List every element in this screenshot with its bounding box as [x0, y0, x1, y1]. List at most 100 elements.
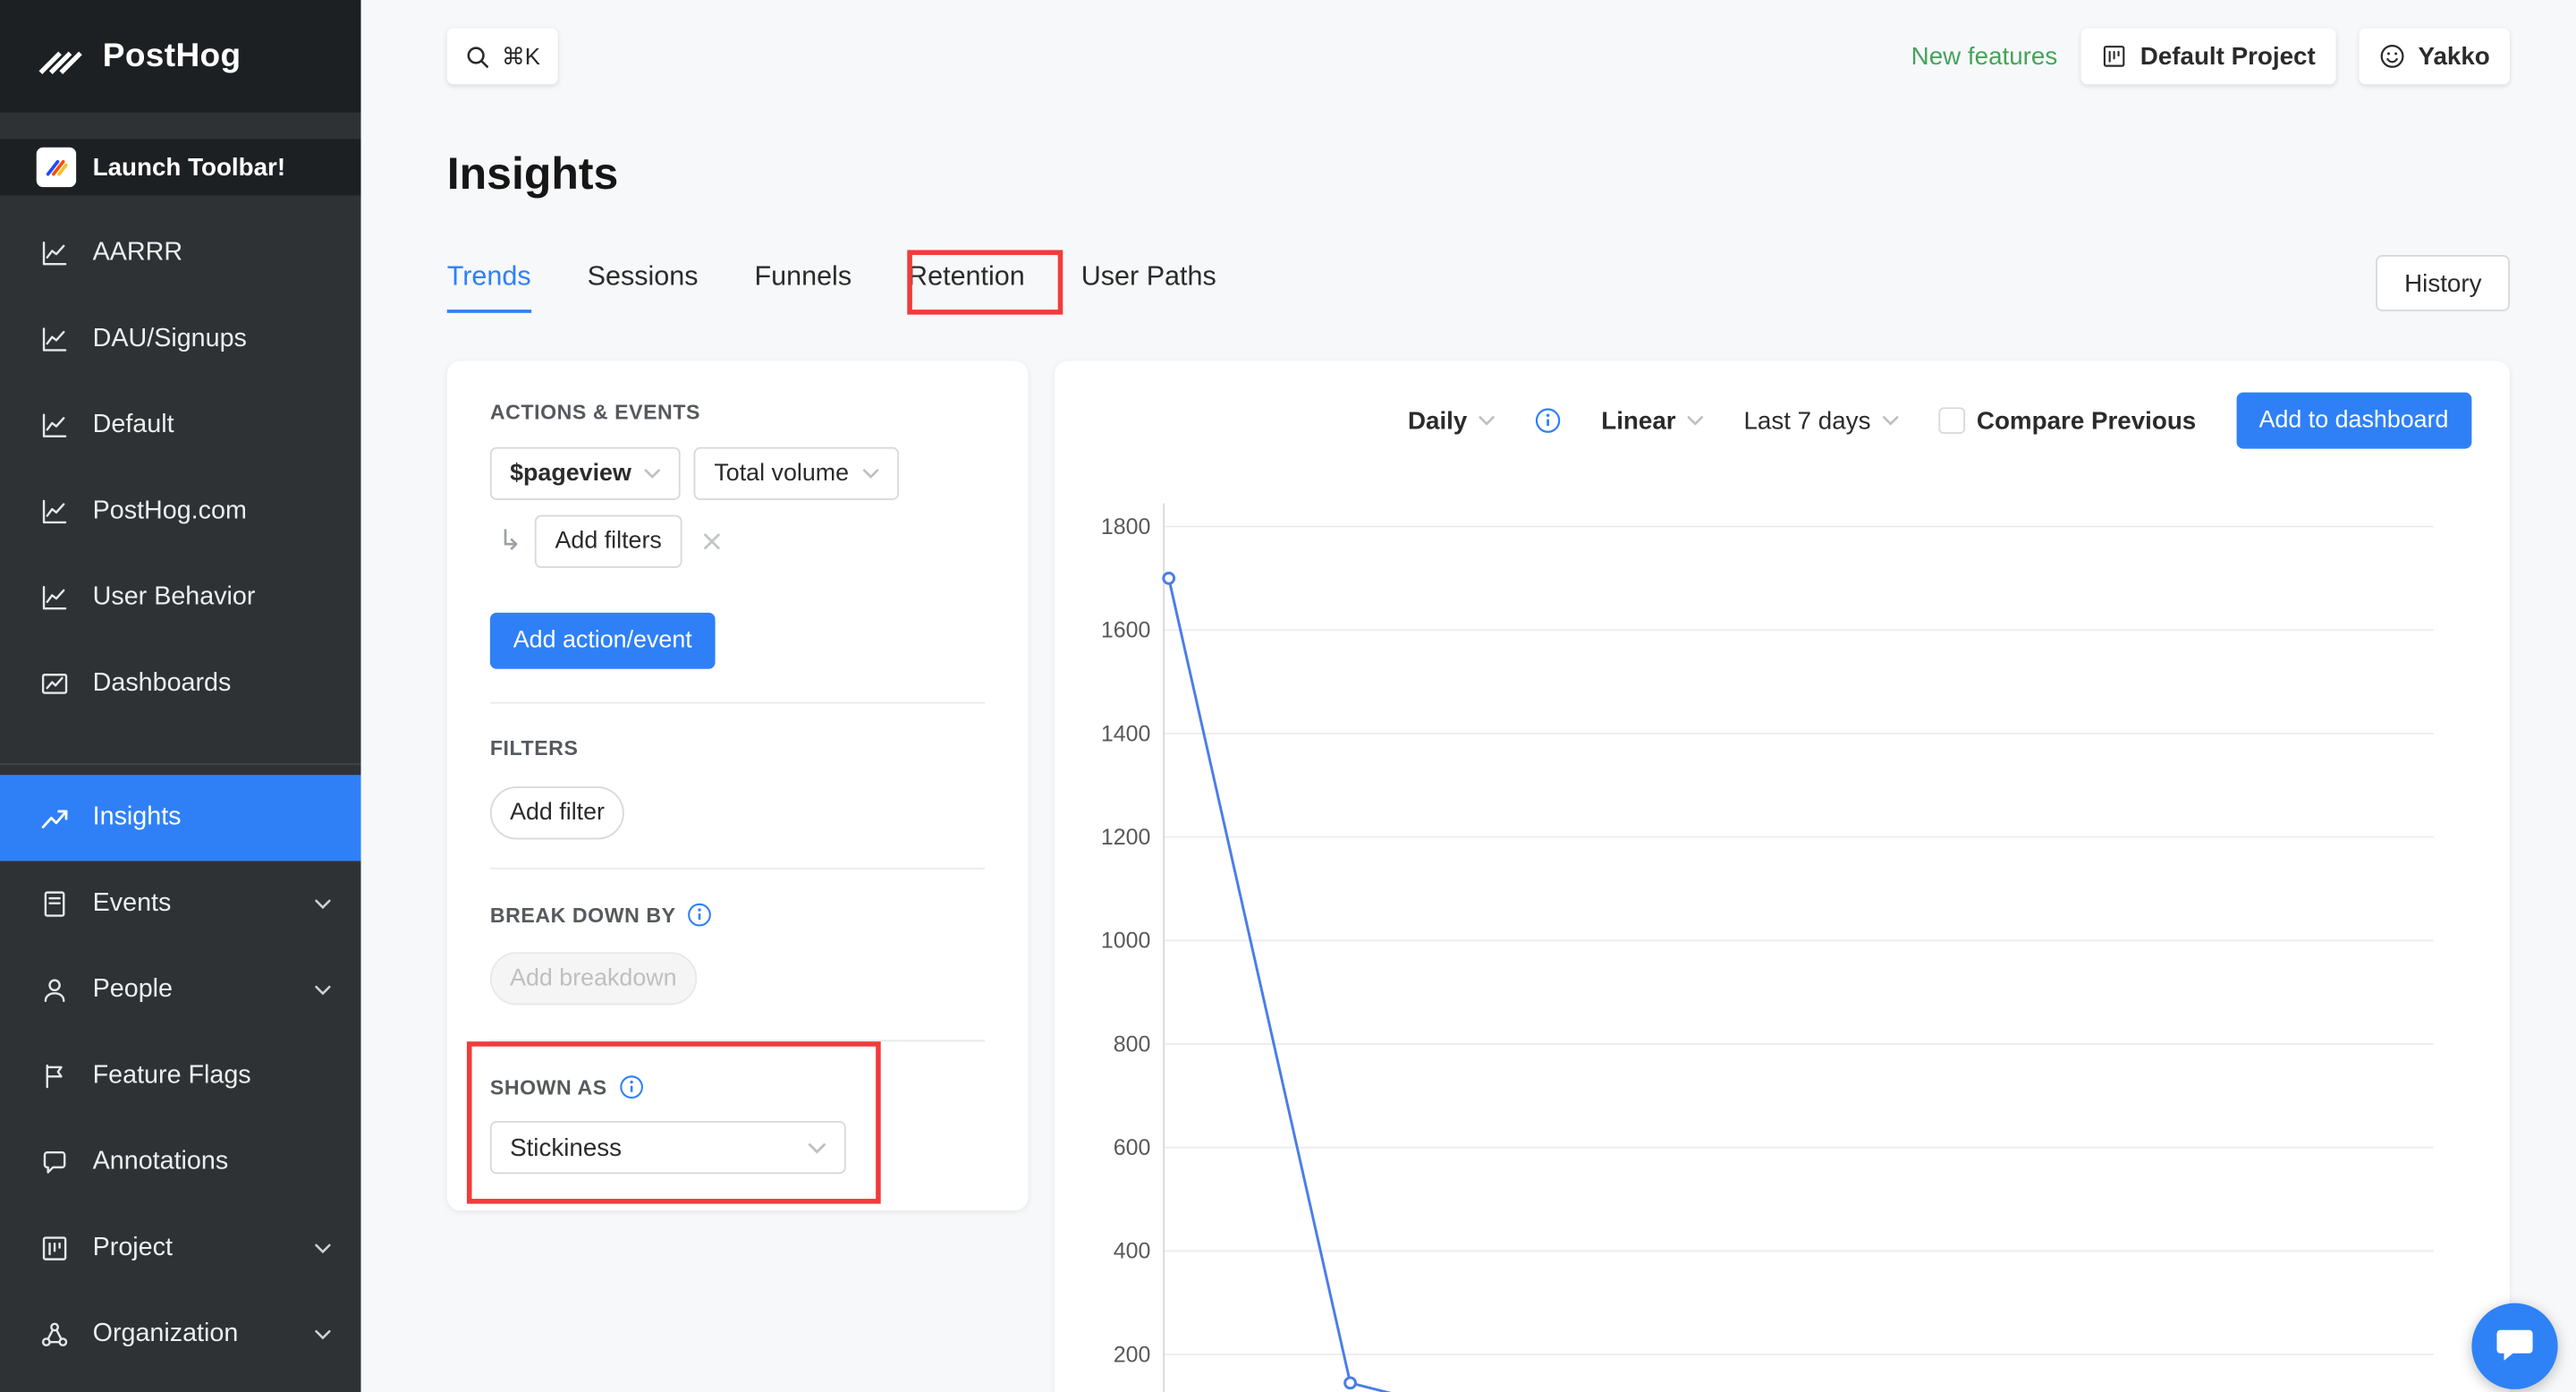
chevron-down-icon — [315, 899, 332, 910]
query-panel: ACTIONS & EVENTS $pageview Total volume … — [446, 361, 1029, 1211]
svg-text:800: 800 — [1114, 1031, 1151, 1057]
sidebar-item-label: Dashboards — [92, 668, 232, 698]
line-chart-icon — [39, 497, 69, 526]
add-breakdown-label: Add breakdown — [510, 965, 677, 992]
breakdown-heading-label: BREAK DOWN BY — [489, 903, 676, 927]
sidebar-item-people[interactable]: People — [0, 947, 360, 1033]
sidebar-item-insights[interactable]: Insights — [0, 775, 361, 862]
info-icon[interactable] — [688, 903, 713, 928]
launch-toolbar-button[interactable]: Launch Toolbar! — [0, 139, 361, 196]
history-button[interactable]: History — [2376, 255, 2510, 311]
chevron-down-icon — [862, 469, 879, 479]
sidebar-item-label: Organization — [92, 1320, 239, 1348]
sidebar-main-nav: Insights Events People Feature Flags Ann… — [0, 763, 361, 1378]
sidebar-item-default[interactable]: Default — [0, 383, 360, 469]
event-selector[interactable]: $pageview — [489, 446, 682, 500]
user-menu-button[interactable]: Yakko — [2358, 28, 2510, 85]
user-name: Yakko — [2418, 42, 2490, 71]
project-icon — [39, 1234, 69, 1263]
sidebar: PostHog Launch Toolbar! AARRR DAU/Signup… — [0, 0, 361, 1392]
events-list-icon — [39, 889, 69, 919]
shown-as-heading-label: SHOWN AS — [489, 1075, 607, 1099]
filters-heading: FILTERS — [489, 736, 579, 760]
tab-funnels[interactable]: Funnels — [754, 261, 852, 312]
sidebar-item-events[interactable]: Events — [0, 861, 360, 946]
close-icon[interactable] — [701, 531, 721, 551]
chat-bubble-icon — [2493, 1325, 2536, 1368]
chevron-down-icon — [645, 469, 662, 479]
tab-trends[interactable]: Trends — [446, 261, 531, 313]
sidebar-item-label: AARRR — [92, 238, 183, 267]
add-filter-label: Add filter — [510, 799, 606, 827]
event-selector-value: $pageview — [510, 460, 631, 488]
svg-text:400: 400 — [1114, 1239, 1151, 1264]
launch-toolbar-label: Launch Toolbar! — [92, 153, 286, 182]
svg-text:200: 200 — [1114, 1342, 1151, 1367]
tab-user-paths[interactable]: User Paths — [1081, 261, 1216, 312]
add-action-event-button[interactable]: Add action/event — [489, 612, 716, 669]
flag-icon — [39, 1061, 69, 1091]
sidebar-item-organization[interactable]: Organization — [0, 1292, 360, 1378]
trend-chart-card: Daily Linear Last 7 days Compare Previou… — [1055, 361, 2510, 1392]
insight-tabs: Trends Sessions Funnels Retention User P… — [446, 261, 1216, 313]
line-chart-icon — [39, 583, 69, 613]
sidebar-item-label: User Behavior — [92, 582, 256, 611]
add-filters-label: Add filters — [555, 528, 662, 556]
svg-text:600: 600 — [1114, 1135, 1151, 1160]
sidebar-item-label: Events — [92, 888, 172, 918]
sidebar-item-dashboards[interactable]: Dashboards — [0, 641, 360, 726]
sidebar-item-dau-signups[interactable]: DAU/Signups — [0, 296, 360, 382]
sidebar-item-label: Annotations — [92, 1147, 229, 1176]
add-breakdown-button[interactable]: Add breakdown — [489, 952, 697, 1006]
tab-retention[interactable]: Retention — [908, 261, 1025, 312]
sidebar-item-annotations[interactable]: Annotations — [0, 1119, 360, 1205]
sidebar-item-label: Insights — [92, 802, 182, 832]
shown-as-select[interactable]: Stickiness — [489, 1121, 846, 1175]
message-icon — [39, 1148, 69, 1177]
sidebar-item-label: PostHog.com — [92, 497, 247, 525]
sidebar-dashboards-group: AARRR DAU/Signups Default PostHog.com Us… — [0, 210, 360, 726]
project-switcher-button[interactable]: Default Project — [2080, 28, 2335, 85]
page-title: Insights — [446, 149, 619, 199]
sidebar-item-user-behavior[interactable]: User Behavior — [0, 555, 360, 641]
new-features-link[interactable]: New features — [1911, 42, 2058, 70]
sidebar-item-posthog-com[interactable]: PostHog.com — [0, 469, 360, 555]
brand-name: PostHog — [102, 37, 242, 74]
organization-icon — [39, 1320, 69, 1349]
math-selector[interactable]: Total volume — [694, 446, 899, 500]
search-icon — [465, 44, 490, 69]
line-chart-icon — [39, 239, 69, 268]
smiley-icon — [2378, 43, 2405, 70]
sidebar-item-aarrr[interactable]: AARRR — [0, 210, 360, 296]
shown-as-heading: SHOWN AS — [490, 1074, 985, 1099]
svg-text:1800: 1800 — [1101, 514, 1151, 539]
posthog-app: PostHog Launch Toolbar! AARRR DAU/Signup… — [0, 0, 2576, 1392]
sidebar-item-label: People — [92, 975, 173, 1004]
info-icon[interactable] — [619, 1074, 644, 1099]
chevron-down-icon — [315, 1243, 332, 1254]
posthog-logo[interactable]: PostHog — [0, 0, 361, 113]
trending-up-icon — [39, 803, 69, 833]
sidebar-item-label: Default — [92, 411, 174, 439]
chevron-down-icon — [808, 1142, 826, 1153]
toolbar-logo-icon — [36, 147, 77, 188]
posthog-logo-icon — [37, 37, 87, 76]
shown-as-value: Stickiness — [510, 1133, 623, 1162]
svg-text:1000: 1000 — [1101, 929, 1151, 954]
add-filter-button[interactable]: Add filter — [489, 786, 625, 840]
chat-launcher-button[interactable] — [2471, 1303, 2558, 1389]
indent-arrow-icon: ↳ — [498, 524, 522, 556]
dashboard-icon — [39, 669, 69, 699]
tab-sessions[interactable]: Sessions — [588, 261, 699, 312]
add-filters-button[interactable]: Add filters — [535, 514, 682, 568]
trend-line-chart: 1800 1600 1400 1200 1000 800 600 400 200 — [1101, 503, 2434, 1392]
sidebar-item-project[interactable]: Project — [0, 1205, 360, 1291]
search-input[interactable]: ⌘K — [446, 28, 559, 85]
top-right-controls: New features Default Project Yakko — [1911, 28, 2510, 85]
breakdown-heading: BREAK DOWN BY — [490, 903, 985, 928]
sidebar-item-feature-flags[interactable]: Feature Flags — [0, 1033, 360, 1119]
sidebar-item-label: Feature Flags — [92, 1061, 251, 1090]
search-shortcut: ⌘K — [501, 42, 541, 69]
svg-text:1200: 1200 — [1101, 825, 1151, 850]
person-icon — [39, 975, 69, 1005]
